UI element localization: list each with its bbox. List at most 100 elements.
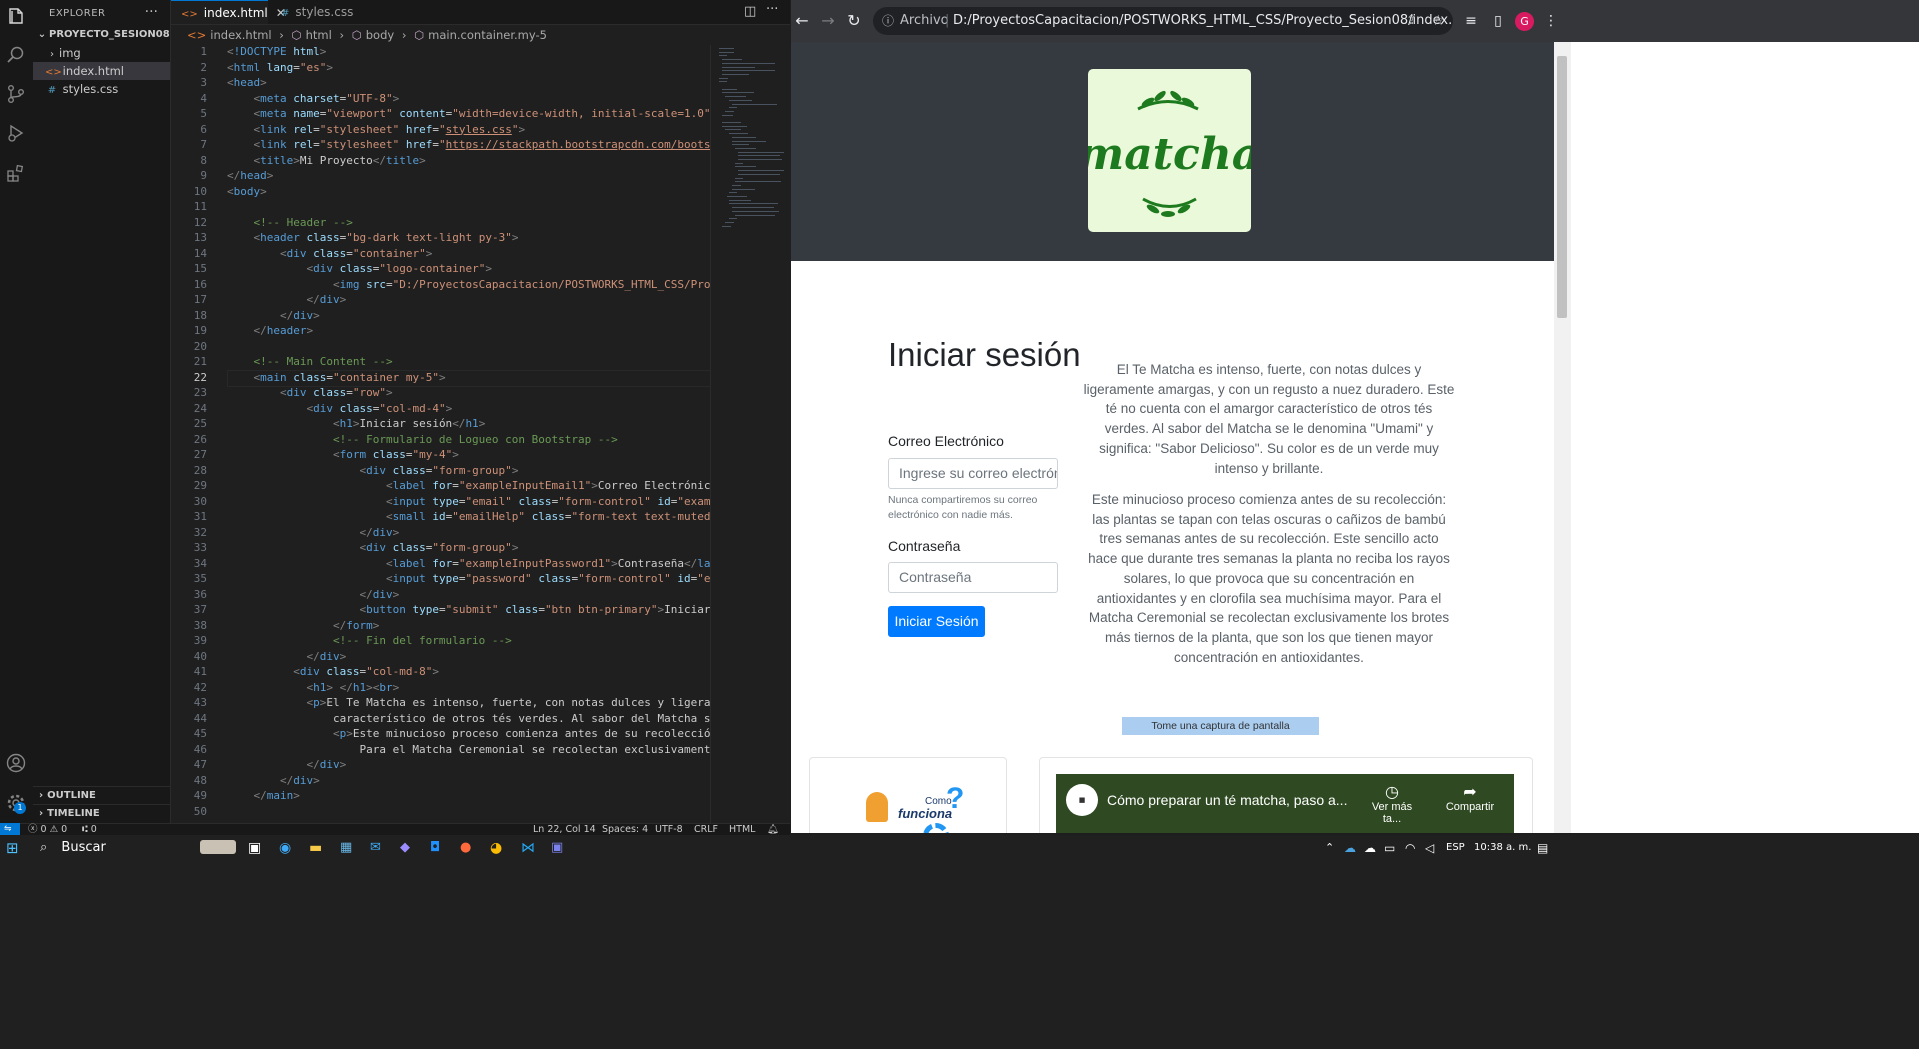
clock[interactable]: 10:38 a. m. [1474,838,1531,858]
back-arrow-icon[interactable]: ← [791,10,813,32]
video-title[interactable]: Cómo preparar un té matcha, paso a... [1107,792,1347,808]
code-line[interactable]: <div class="logo-container"> [227,261,711,277]
cloud-icon[interactable]: ☁ [1364,838,1376,858]
video-player[interactable]: ■ Cómo preparar un té matcha, paso a... … [1056,774,1514,833]
code-line[interactable]: </form> [227,618,711,634]
code-line[interactable]: <p>El Te Matcha es intenso, fuerte, con … [227,695,711,711]
code-line[interactable]: </head> [227,168,711,184]
run-debug-icon[interactable] [4,122,28,146]
code-line[interactable]: <small id="emailHelp" class="form-text t… [227,509,711,525]
file-explorer-icon[interactable]: ▬ [309,838,322,858]
code-line[interactable]: <main class="container my-5"> [227,370,711,386]
breadcrumb-item[interactable]: main.container.my-5 [428,28,547,42]
code-line[interactable]: </div> [227,757,711,773]
volume-icon[interactable]: ◁ [1425,838,1434,858]
address-bar[interactable]: ⓘ Archivo | D:/ProyectosCapacitacion/POS… [873,7,1453,35]
remote-indicator[interactable]: ⇋ [0,823,20,835]
outlook-icon[interactable]: ◘ [430,838,440,858]
code-line[interactable]: </div> [227,292,711,308]
notifications-icon[interactable]: ▤ [1537,838,1548,858]
breadcrumb-item[interactable]: html [306,28,332,42]
code-line[interactable]: <div class="form-group"> [227,463,711,479]
code-line[interactable]: </div> [227,649,711,665]
timeline-section[interactable]: › TIMELINE [33,804,170,822]
code-line[interactable]: <!-- Fin del formulario --> [227,633,711,649]
chrome-icon[interactable]: ◕ [490,838,502,858]
scrollbar-thumb[interactable] [1557,56,1567,318]
wifi-icon[interactable]: ◠ [1405,838,1415,858]
share-button[interactable]: ➦ Compartir [1440,782,1500,813]
login-button[interactable]: Iniciar Sesión [888,606,985,637]
code-line[interactable]: <h1> </h1><br> [227,680,711,696]
code-line[interactable]: <link rel="stylesheet" href="https://sta… [227,137,712,153]
info-icon[interactable]: ⓘ [882,7,894,35]
channel-avatar[interactable]: ■ [1066,784,1098,816]
code-line[interactable]: <!-- Formulario de Logueo con Bootstrap … [227,432,711,448]
side-panel-icon[interactable]: ▯ [1488,10,1508,32]
code-line[interactable]: <label for="exampleInputEmail1">Correo E… [227,478,711,494]
code-line[interactable]: <label for="exampleInputPassword1">Contr… [227,556,711,572]
windows-start-icon[interactable]: ⊞ [6,838,19,858]
reading-list-icon[interactable]: ≡ [1461,10,1481,32]
app-icon[interactable]: ● [460,838,471,858]
url-text[interactable]: D:/ProyectosCapacitacion/POSTWORKS_HTML_… [953,7,1453,35]
code-line[interactable]: <button type="submit" class="btn btn-pri… [227,602,711,618]
menu-kebab-icon[interactable]: ⋮ [1541,10,1561,32]
tree-item-img[interactable]: › img [33,44,170,62]
code-line[interactable]: </div> [227,525,711,541]
weather-widget-icon[interactable] [200,840,236,854]
store-icon[interactable]: ▦ [340,838,352,858]
tab-styles-css[interactable]: # styles.css [271,0,371,24]
teams-icon[interactable]: ▣ [551,838,563,858]
split-editor-icon[interactable]: ◫ [744,4,756,19]
onedrive-icon[interactable]: ☁ [1344,838,1356,858]
code-line[interactable]: <head> [227,75,711,91]
code-line[interactable]: </header> [227,323,711,339]
more-actions-icon[interactable]: ··· [145,4,158,20]
breadcrumb-item[interactable]: body [366,28,394,42]
email-field[interactable]: Ingrese su correo electrón [888,458,1058,489]
code-line[interactable]: <!-- Main Content --> [227,354,711,370]
code-line[interactable]: </main> [227,788,711,804]
watch-later-button[interactable]: ◷ Ver más ta... [1362,782,1422,825]
code-line[interactable]: </div> [227,308,711,324]
code-line[interactable]: <div class="container"> [227,246,711,262]
minimap[interactable] [710,45,791,823]
vscode-icon[interactable]: ⋈ [521,838,535,858]
code-line[interactable]: <!-- Header --> [227,215,711,231]
code-line[interactable]: <div class="col-md-4"> [227,401,711,417]
tree-item-index-html[interactable]: <> index.html [33,62,170,80]
code-line[interactable]: <img src="D:/ProyectosCapacitacion/POSTW… [227,277,711,293]
app-icon[interactable]: ◆ [400,838,410,858]
chevron-up-icon[interactable]: ⌃ [1325,838,1334,858]
profile-avatar[interactable]: G [1515,12,1534,31]
bookmark-star-icon[interactable]: ☆ [1432,7,1445,35]
code-line[interactable]: <input type="password" class="form-contr… [227,571,711,587]
tab-index-html[interactable]: <> index.html ✕ [171,0,286,24]
display-icon[interactable]: ▭ [1384,838,1395,858]
breadcrumb-item[interactable]: index.html [210,28,271,42]
code-line[interactable]: <form class="my-4"> [227,447,711,463]
mail-icon[interactable]: ✉ [370,838,381,858]
code-line[interactable]: <title>Mi Proyecto</title> [227,153,711,169]
edge-icon[interactable]: ◉ [279,838,291,858]
project-folder[interactable]: ⌄ PROYECTO_SESION08 [33,26,170,44]
outline-section[interactable]: › OUTLINE [33,786,170,804]
share-icon[interactable]: ⇪ [1406,7,1417,35]
code-line[interactable]: </div> [227,587,711,603]
code-line[interactable]: <input type="email" class="form-control"… [227,494,711,510]
language-indicator[interactable]: ESP [1446,838,1465,858]
code-line[interactable]: <p>Este minucioso proceso comienza antes… [227,726,711,742]
code-line[interactable]: característico de otros tés verdes. Al s… [227,711,711,727]
code-line[interactable]: <meta name="viewport" content="width=dev… [227,106,712,122]
screenshot-button[interactable]: Tome una captura de pantalla [1122,717,1319,735]
more-actions-icon[interactable]: ··· [766,2,778,17]
forward-arrow-icon[interactable]: → [817,10,839,32]
code-line[interactable]: <!DOCTYPE html> [227,45,711,60]
code-line[interactable]: <body> [227,184,711,200]
extensions-icon[interactable] [4,162,28,186]
code-line[interactable]: Para el Matcha Ceremonial se recolectan … [227,742,711,758]
tree-item-styles-css[interactable]: # styles.css [33,80,170,98]
account-icon[interactable] [4,752,28,776]
code-line[interactable]: <html lang="es"> [227,60,711,76]
